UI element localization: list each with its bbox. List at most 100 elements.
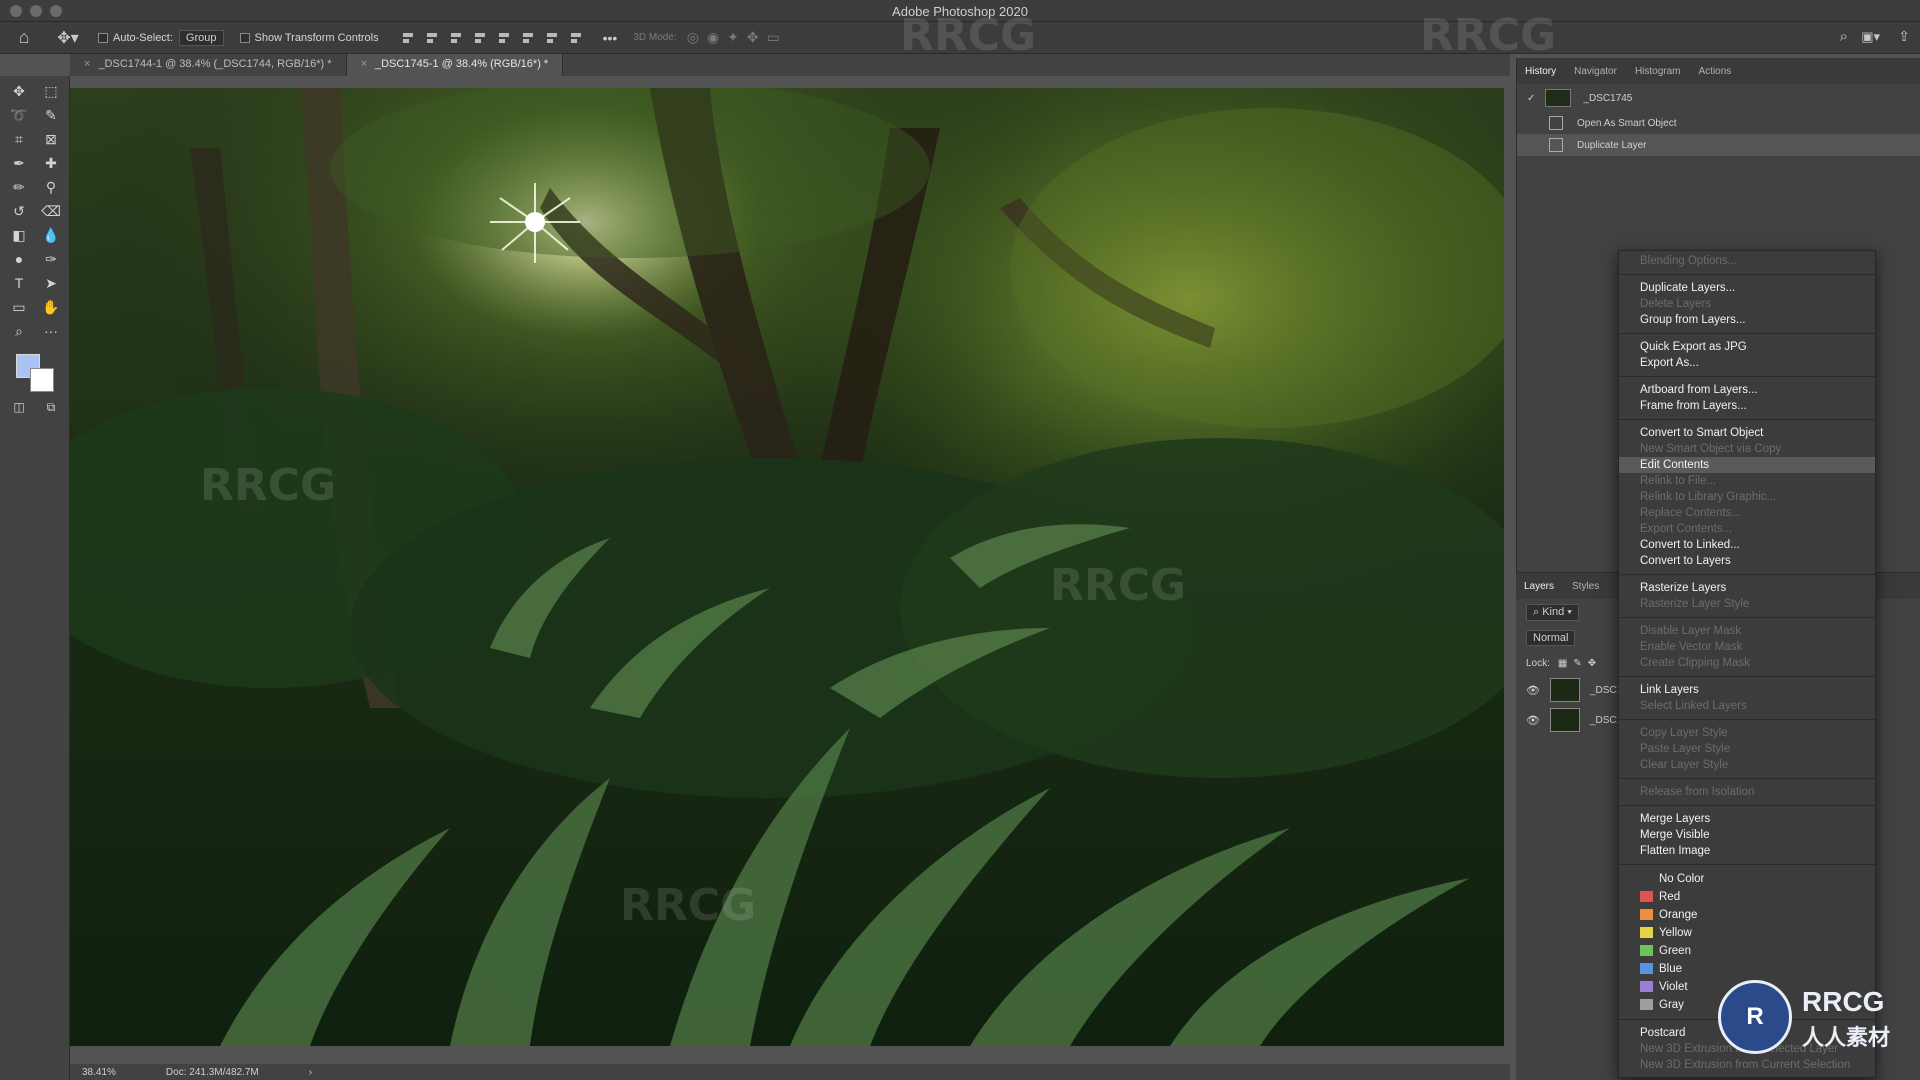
tab-navigator[interactable]: Navigator bbox=[1574, 66, 1617, 77]
frame-tool-icon[interactable]: ⊠ bbox=[38, 128, 64, 150]
history-state[interactable]: Duplicate Layer bbox=[1517, 134, 1920, 156]
auto-select-checkbox[interactable]: Auto-Select: bbox=[98, 32, 173, 44]
menu-item[interactable]: Group from Layers... bbox=[1619, 312, 1875, 328]
history-snapshot[interactable]: ✓ _DSC1745 bbox=[1517, 84, 1920, 112]
menu-item[interactable]: Link Layers bbox=[1619, 682, 1875, 698]
eraser-tool-icon[interactable]: ⌫ bbox=[38, 200, 64, 222]
show-transform-check[interactable] bbox=[239, 32, 250, 43]
color-swatch bbox=[1640, 891, 1653, 902]
menu-item[interactable]: Convert to Layers bbox=[1619, 553, 1875, 569]
history-brush-tool-icon[interactable]: ↺ bbox=[6, 200, 32, 222]
auto-select-check[interactable] bbox=[98, 32, 108, 43]
doc-size[interactable]: Doc: 241.3M/482.7M bbox=[166, 1067, 259, 1078]
tab-styles[interactable]: Styles bbox=[1572, 581, 1599, 592]
visibility-eye-icon[interactable]: 👁 bbox=[1526, 714, 1540, 727]
background-color-swatch[interactable] bbox=[30, 368, 54, 392]
3d-tools-icon[interactable]: ◎◉✦✥▭ bbox=[687, 29, 788, 46]
crop-tool-icon[interactable]: ⌗ bbox=[6, 128, 32, 150]
search-icon[interactable]: ⌕ bbox=[1840, 28, 1848, 45]
align-bottom-icon[interactable] bbox=[545, 31, 561, 45]
menu-item[interactable]: Frame from Layers... bbox=[1619, 398, 1875, 414]
quick-select-tool-icon[interactable]: ✎ bbox=[38, 104, 64, 126]
3d-mode-label: 3D Mode: bbox=[633, 32, 677, 43]
align-top-icon[interactable] bbox=[497, 31, 513, 45]
distribute-icon[interactable] bbox=[473, 31, 489, 45]
status-arrow-icon[interactable]: › bbox=[309, 1067, 312, 1078]
move-tool-icon[interactable]: ✥▾ bbox=[48, 28, 88, 48]
options-bar: ⌂ ✥▾ Auto-Select: Group Show Transform C… bbox=[0, 22, 1920, 54]
tab-layers[interactable]: Layers bbox=[1524, 581, 1554, 592]
visibility-eye-icon[interactable]: 👁 bbox=[1526, 684, 1540, 697]
quick-mask-icon[interactable]: ◫ bbox=[6, 396, 32, 418]
align-center-icon[interactable] bbox=[425, 31, 441, 45]
document-tabs: × _DSC1744-1 @ 38.4% (_DSC1744, RGB/16*) … bbox=[70, 54, 1510, 76]
screen-mode-icon[interactable]: ⧉ bbox=[38, 396, 64, 418]
move-tool-icon[interactable]: ✥ bbox=[6, 80, 32, 102]
auto-select-dropdown[interactable]: Group bbox=[178, 29, 224, 46]
kind-label: Kind bbox=[1542, 605, 1565, 618]
align-right-icon[interactable] bbox=[449, 31, 465, 45]
tab-label: _DSC1744-1 @ 38.4% (_DSC1744, RGB/16*) * bbox=[98, 58, 332, 70]
menu-separator bbox=[1619, 574, 1875, 575]
color-swatch bbox=[1640, 873, 1653, 884]
menu-item-color-green[interactable]: Green bbox=[1619, 942, 1875, 960]
zoom-level[interactable]: 38.41% bbox=[82, 1067, 116, 1078]
menu-item: Disable Layer Mask bbox=[1640, 625, 1741, 637]
close-tab-icon[interactable]: × bbox=[361, 58, 367, 70]
menu-item-color-yellow[interactable]: Yellow bbox=[1619, 924, 1875, 942]
menu-item-color-no-color[interactable]: No Color bbox=[1619, 870, 1875, 888]
menu-item[interactable]: Artboard from Layers... bbox=[1619, 382, 1875, 398]
type-tool-icon[interactable]: T bbox=[6, 272, 32, 294]
menu-item-color-orange[interactable]: Orange bbox=[1619, 906, 1875, 924]
history-brush-source-icon[interactable]: ✓ bbox=[1527, 93, 1535, 104]
tab-dsc1745[interactable]: × _DSC1745-1 @ 38.4% (RGB/16*) * bbox=[346, 54, 564, 76]
lasso-tool-icon[interactable]: ➰ bbox=[6, 104, 32, 126]
document-canvas[interactable] bbox=[70, 88, 1504, 1046]
brush-tool-icon[interactable]: ✏ bbox=[6, 176, 32, 198]
distribute-vertical-icon[interactable] bbox=[569, 31, 585, 45]
healing-brush-tool-icon[interactable]: ✚ bbox=[38, 152, 64, 174]
tab-histogram[interactable]: Histogram bbox=[1635, 66, 1681, 77]
menu-item[interactable]: Convert to Smart Object bbox=[1619, 425, 1875, 441]
menu-item[interactable]: Duplicate Layers... bbox=[1619, 280, 1875, 296]
status-bar: 38.41% Doc: 241.3M/482.7M › bbox=[70, 1064, 1510, 1080]
eyedropper-tool-icon[interactable]: ✒ bbox=[6, 152, 32, 174]
menu-item-color-blue[interactable]: Blue bbox=[1619, 960, 1875, 978]
menu-item[interactable]: Merge Layers bbox=[1619, 811, 1875, 827]
blend-mode-dropdown[interactable]: Normal bbox=[1526, 630, 1576, 646]
edit-toolbar-icon[interactable]: ··· bbox=[38, 320, 64, 342]
marquee-tool-icon[interactable]: ⬚ bbox=[38, 80, 64, 102]
clone-stamp-tool-icon[interactable]: ⚲ bbox=[38, 176, 64, 198]
hand-tool-icon[interactable]: ✋ bbox=[38, 296, 64, 318]
menu-item[interactable]: Quick Export as JPG bbox=[1619, 339, 1875, 355]
show-transform-checkbox[interactable]: Show Transform Controls bbox=[239, 32, 379, 44]
blur-tool-icon[interactable]: 💧 bbox=[38, 224, 64, 246]
close-tab-icon[interactable]: × bbox=[84, 58, 90, 70]
align-left-icon[interactable] bbox=[401, 31, 417, 45]
menu-item[interactable]: Merge Visible bbox=[1619, 827, 1875, 843]
gradient-tool-icon[interactable]: ◧ bbox=[6, 224, 32, 246]
history-state[interactable]: Open As Smart Object bbox=[1517, 112, 1920, 134]
more-options-icon[interactable]: ••• bbox=[603, 30, 618, 46]
zoom-tool-icon[interactable]: ⌕ bbox=[6, 320, 32, 342]
menu-item[interactable]: Export As... bbox=[1619, 355, 1875, 371]
tab-dsc1744[interactable]: × _DSC1744-1 @ 38.4% (_DSC1744, RGB/16*) … bbox=[70, 54, 347, 76]
workspace-icon[interactable]: ▣▾ bbox=[1861, 29, 1880, 45]
kind-filter-dropdown[interactable]: ⌕ Kind ▾ bbox=[1526, 603, 1579, 621]
pen-tool-icon[interactable]: ✑ bbox=[38, 248, 64, 270]
share-icon[interactable]: ⇪ bbox=[1898, 28, 1910, 45]
menu-item[interactable]: Convert to Linked... bbox=[1619, 537, 1875, 553]
lock-icons[interactable]: ▦✎✥ bbox=[1558, 658, 1602, 669]
menu-item[interactable]: Flatten Image bbox=[1619, 843, 1875, 859]
rectangle-tool-icon[interactable]: ▭ bbox=[6, 296, 32, 318]
dodge-tool-icon[interactable]: ● bbox=[6, 248, 32, 270]
home-icon[interactable]: ⌂ bbox=[0, 23, 48, 53]
align-middle-icon[interactable] bbox=[521, 31, 537, 45]
tab-actions[interactable]: Actions bbox=[1699, 66, 1732, 77]
menu-item: Release from Isolation bbox=[1640, 786, 1755, 798]
path-select-tool-icon[interactable]: ➤ bbox=[38, 272, 64, 294]
tab-history[interactable]: History bbox=[1525, 66, 1556, 77]
menu-item[interactable]: Rasterize Layers bbox=[1619, 580, 1875, 596]
menu-item-color-red[interactable]: Red bbox=[1619, 888, 1875, 906]
menu-item[interactable]: Edit Contents bbox=[1619, 457, 1875, 473]
